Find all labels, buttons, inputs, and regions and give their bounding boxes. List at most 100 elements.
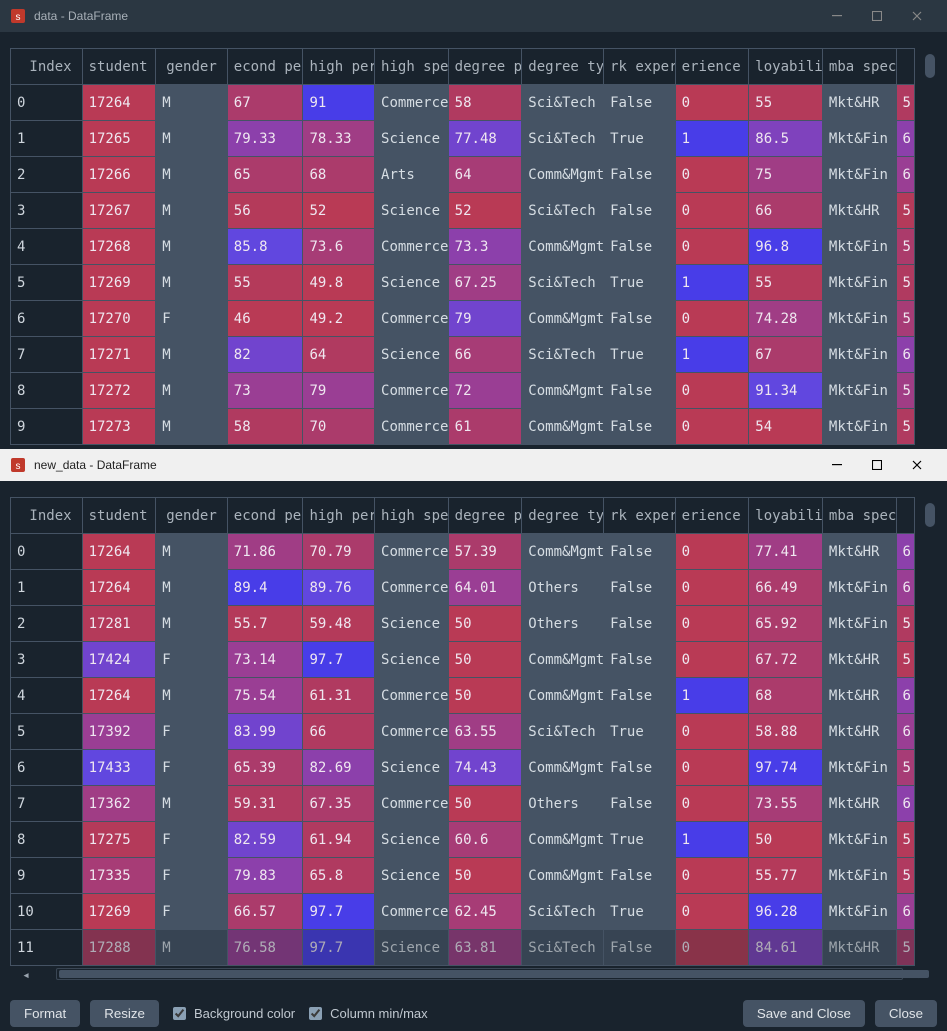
cell-high-spec[interactable]: Commerce <box>375 229 449 265</box>
cell-high-spec[interactable]: Science <box>375 750 449 786</box>
cell-degree-per[interactable]: 73.3 <box>448 229 522 265</box>
cell-degree-type[interactable]: Others <box>522 606 604 642</box>
cell-degree-type[interactable]: Comm&Mgmt <box>522 409 604 445</box>
cell-extra[interactable]: 5 <box>896 930 914 966</box>
cell-high-perc[interactable]: 79 <box>303 373 375 409</box>
cell-student-id[interactable]: 17275 <box>82 822 156 858</box>
cell-high-perc[interactable]: 65.8 <box>303 858 375 894</box>
cell-index[interactable]: 11 <box>11 930 83 966</box>
table-row[interactable]: 917273M5870Commerce61Comm&MgmtFalse054Mk… <box>11 409 915 445</box>
cell-student-id[interactable]: 17335 <box>82 858 156 894</box>
cell-degree-per[interactable]: 57.39 <box>448 534 522 570</box>
cell-student-id[interactable]: 17267 <box>82 193 156 229</box>
cell-gender[interactable]: M <box>156 193 228 229</box>
cell-high-spec[interactable]: Commerce <box>375 409 449 445</box>
cell-degree-per[interactable]: 60.6 <box>448 822 522 858</box>
cell-student-id[interactable]: 17271 <box>82 337 156 373</box>
data-grid-bottom[interactable]: Index student id gender econd per high p… <box>10 497 915 966</box>
cell-index[interactable]: 5 <box>11 265 83 301</box>
cell-degree-per[interactable]: 63.55 <box>448 714 522 750</box>
cell-gender[interactable]: M <box>156 930 228 966</box>
cell-high-perc[interactable]: 70.79 <box>303 534 375 570</box>
cell-degree-per[interactable]: 50 <box>448 786 522 822</box>
cell-employability[interactable]: 55 <box>749 265 823 301</box>
cell-degree-per[interactable]: 63.81 <box>448 930 522 966</box>
cell-degree-type[interactable]: Sci&Tech <box>522 894 604 930</box>
cell-work-exp[interactable]: True <box>604 121 676 157</box>
col-employability[interactable]: loyability p <box>749 498 823 534</box>
cell-extra[interactable]: 5 <box>896 642 914 678</box>
cell-work-years[interactable]: 0 <box>675 894 749 930</box>
cell-gender[interactable]: M <box>156 570 228 606</box>
cell-degree-per[interactable]: 62.45 <box>448 894 522 930</box>
cell-second-per[interactable]: 59.31 <box>227 786 303 822</box>
cell-mba-spec[interactable]: Mkt&HR <box>822 642 896 678</box>
cell-high-perc[interactable]: 89.76 <box>303 570 375 606</box>
table-row[interactable]: 617433F65.3982.69Science74.43Comm&MgmtFa… <box>11 750 915 786</box>
cell-second-per[interactable]: 56 <box>227 193 303 229</box>
cell-mba-spec[interactable]: Mkt&Fin <box>822 373 896 409</box>
cell-degree-type[interactable]: Comm&Mgmt <box>522 822 604 858</box>
vertical-scrollbar[interactable] <box>923 497 937 966</box>
table-row[interactable]: 217281M55.759.48Science50OthersFalse065.… <box>11 606 915 642</box>
cell-extra[interactable]: 5 <box>896 409 914 445</box>
table-row[interactable]: 1017269F66.5797.7Commerce62.45Sci&TechTr… <box>11 894 915 930</box>
cell-gender[interactable]: M <box>156 606 228 642</box>
cell-work-exp[interactable]: False <box>604 157 676 193</box>
cell-student-id[interactable]: 17433 <box>82 750 156 786</box>
cell-work-exp[interactable]: False <box>604 301 676 337</box>
table-row[interactable]: 317267M5652Science52Sci&TechFalse066Mkt&… <box>11 193 915 229</box>
cell-high-spec[interactable]: Commerce <box>375 373 449 409</box>
cell-degree-type[interactable]: Sci&Tech <box>522 714 604 750</box>
cell-second-per[interactable]: 58 <box>227 409 303 445</box>
cell-degree-type[interactable]: Sci&Tech <box>522 930 604 966</box>
cell-gender[interactable]: M <box>156 786 228 822</box>
cell-work-exp[interactable]: False <box>604 606 676 642</box>
cell-work-years[interactable]: 0 <box>675 373 749 409</box>
cell-mba-spec[interactable]: Mkt&HR <box>822 534 896 570</box>
cell-employability[interactable]: 67 <box>749 337 823 373</box>
cell-mba-spec[interactable]: Mkt&Fin <box>822 858 896 894</box>
cell-degree-type[interactable]: Comm&Mgmt <box>522 858 604 894</box>
cell-work-years[interactable]: 0 <box>675 193 749 229</box>
cell-degree-type[interactable]: Sci&Tech <box>522 85 604 121</box>
cell-extra[interactable]: 5 <box>896 373 914 409</box>
cell-work-exp[interactable]: True <box>604 337 676 373</box>
col-index[interactable]: Index <box>11 49 83 85</box>
cell-extra[interactable]: 5 <box>896 606 914 642</box>
col-work-years[interactable]: erience ye <box>675 498 749 534</box>
resize-button[interactable]: Resize <box>90 1000 159 1027</box>
cell-high-spec[interactable]: Science <box>375 642 449 678</box>
cell-mba-spec[interactable]: Mkt&HR <box>822 714 896 750</box>
cell-employability[interactable]: 54 <box>749 409 823 445</box>
titlebar-newdata[interactable]: s new_data - DataFrame <box>0 449 947 481</box>
cell-employability[interactable]: 68 <box>749 678 823 714</box>
cell-high-spec[interactable]: Science <box>375 337 449 373</box>
cell-student-id[interactable]: 17269 <box>82 894 156 930</box>
cell-employability[interactable]: 84.61 <box>749 930 823 966</box>
cell-index[interactable]: 8 <box>11 373 83 409</box>
cell-student-id[interactable]: 17273 <box>82 409 156 445</box>
cell-degree-per[interactable]: 64 <box>448 157 522 193</box>
cell-index[interactable]: 6 <box>11 301 83 337</box>
cell-high-perc[interactable]: 70 <box>303 409 375 445</box>
cell-gender[interactable]: M <box>156 534 228 570</box>
cell-degree-per[interactable]: 72 <box>448 373 522 409</box>
cell-second-per[interactable]: 46 <box>227 301 303 337</box>
cell-work-exp[interactable]: False <box>604 678 676 714</box>
cell-degree-per[interactable]: 77.48 <box>448 121 522 157</box>
cell-second-per[interactable]: 79.33 <box>227 121 303 157</box>
cell-degree-type[interactable]: Comm&Mgmt <box>522 373 604 409</box>
cell-employability[interactable]: 73.55 <box>749 786 823 822</box>
col-high-spec[interactable]: high spec <box>375 49 449 85</box>
close-button[interactable] <box>897 451 937 479</box>
cell-high-perc[interactable]: 97.7 <box>303 930 375 966</box>
cell-mba-spec[interactable]: Mkt&Fin <box>822 301 896 337</box>
cell-work-years[interactable]: 0 <box>675 409 749 445</box>
cell-employability[interactable]: 91.34 <box>749 373 823 409</box>
cell-gender[interactable]: M <box>156 337 228 373</box>
cell-extra[interactable]: 6 <box>896 714 914 750</box>
cell-index[interactable]: 4 <box>11 229 83 265</box>
close-dialog-button[interactable]: Close <box>875 1000 937 1027</box>
cell-index[interactable]: 7 <box>11 337 83 373</box>
